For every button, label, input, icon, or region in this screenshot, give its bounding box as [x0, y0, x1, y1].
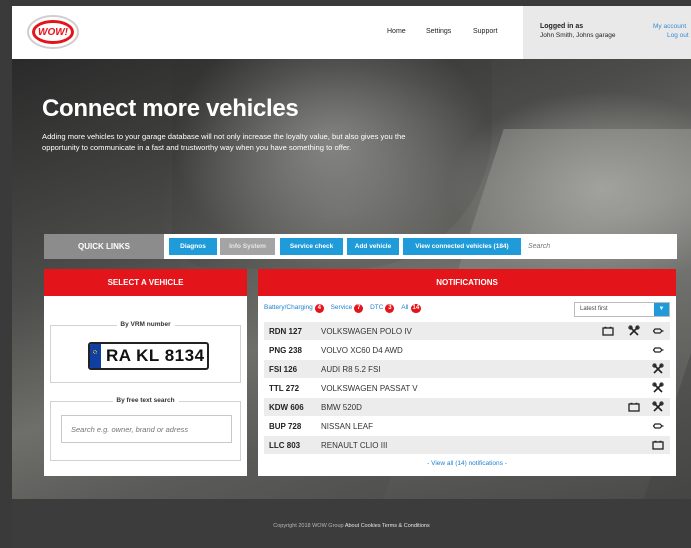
wrench-icon: [652, 363, 664, 375]
nav-home[interactable]: Home: [387, 28, 406, 35]
about-cookies-link[interactable]: About Cookies: [345, 523, 381, 529]
count-badge: 3: [385, 304, 395, 313]
row-reg: BUP 728: [269, 422, 302, 431]
select-vehicle-title: SELECT A VEHICLE: [44, 269, 247, 296]
notification-filters: Battery/Charging 4 Service 7 DTC 3 All 14: [264, 304, 426, 313]
quick-links-bar: QUICK LINKS Diagnos Info System Service …: [44, 234, 677, 259]
engine-icon: [652, 344, 664, 356]
view-all-notifications-link[interactable]: - View all (14) notifications -: [258, 460, 676, 467]
row-reg: PNG 238: [269, 346, 302, 355]
nav-settings[interactable]: Settings: [426, 28, 451, 35]
footer: Copyright 2018 WOW Group About Cookies T…: [12, 499, 691, 548]
service-check-button[interactable]: Service check: [280, 238, 343, 255]
table-row[interactable]: FSI 126 AUDI R8 5.2 FSI: [264, 360, 670, 379]
filter-label: DTC: [370, 304, 384, 311]
vrm-legend: By VRM number: [116, 321, 175, 328]
terms-link[interactable]: Terms & Conditions: [382, 523, 430, 529]
quick-search-input[interactable]: [528, 238, 673, 255]
login-panel: Logged in as John Smith, Johns garage My…: [523, 6, 691, 59]
engine-icon: [652, 325, 664, 337]
hero-text: Adding more vehicles to your garage data…: [42, 132, 406, 152]
row-reg: TTL 272: [269, 384, 300, 393]
filter-label: Battery/Charging: [264, 304, 313, 311]
table-row[interactable]: BUP 728 NISSAN LEAF: [264, 417, 670, 436]
vrm-plate-input[interactable]: RA KL 8134: [88, 342, 209, 370]
filter-service[interactable]: Service 7: [331, 304, 364, 313]
filter-all[interactable]: All 14: [401, 304, 422, 313]
header: WOW! Home Settings Support Logged in as …: [12, 6, 691, 59]
table-row[interactable]: TTL 272 VOLKSWAGEN PASSAT V: [264, 379, 670, 398]
free-text-fieldset: By free text search: [50, 397, 241, 461]
copyright-text: Copyright 2018 WOW Group: [273, 523, 344, 529]
table-row[interactable]: KDW 606 BMW 520D: [264, 398, 670, 417]
notifications-panel: NOTIFICATIONS Battery/Charging 4 Service 7…: [258, 269, 676, 476]
row-reg: RDN 127: [269, 327, 302, 336]
quick-links-label: QUICK LINKS: [44, 234, 164, 259]
engine-icon: [652, 420, 664, 432]
row-model: VOLKSWAGEN POLO IV: [321, 327, 412, 336]
vrm-fieldset: By VRM number RA KL 8134: [50, 321, 241, 383]
battery-icon: [602, 325, 614, 337]
diagnos-button[interactable]: Diagnos: [169, 238, 217, 255]
wrench-icon: [652, 401, 664, 413]
chevron-down-icon[interactable]: ▼: [654, 303, 669, 316]
free-text-search-input[interactable]: [61, 415, 232, 443]
logo-text: WOW!: [38, 27, 69, 38]
row-reg: FSI 126: [269, 365, 298, 374]
notifications-table: RDN 127 VOLKSWAGEN POLO IV PNG 238 VOLVO…: [264, 322, 670, 455]
battery-icon: [628, 401, 640, 413]
view-connected-vehicles-button[interactable]: View connected vehicles (184): [403, 238, 521, 255]
notifications-title: NOTIFICATIONS: [258, 269, 676, 296]
select-vehicle-panel: SELECT A VEHICLE By VRM number RA KL 813…: [44, 269, 247, 476]
my-account-link[interactable]: My account: [653, 23, 686, 30]
sort-select[interactable]: Latest first ▼: [574, 302, 670, 317]
row-model: RENAULT CLIO III: [321, 441, 388, 450]
table-row[interactable]: PNG 238 VOLVO XC60 D4 AWD: [264, 341, 670, 360]
count-badge: 4: [314, 304, 324, 313]
add-vehicle-button[interactable]: Add vehicle: [347, 238, 399, 255]
footer-text: Copyright 2018 WOW Group About Cookies T…: [12, 523, 691, 529]
row-reg: KDW 606: [269, 403, 304, 412]
nav-support[interactable]: Support: [473, 28, 498, 35]
info-system-button: Info System: [220, 238, 275, 255]
sort-value: Latest first: [580, 306, 608, 312]
wrench-icon: [652, 382, 664, 394]
row-model: VOLVO XC60 D4 AWD: [321, 346, 403, 355]
login-user: John Smith, Johns garage: [540, 32, 616, 39]
filter-label: All: [401, 304, 409, 311]
table-row[interactable]: LLC 803 RENAULT CLIO III: [264, 436, 670, 455]
row-model: VOLKSWAGEN PASSAT V: [321, 384, 418, 393]
logout-link[interactable]: Log out: [667, 32, 689, 39]
login-title: Logged in as: [540, 23, 584, 30]
battery-icon: [652, 439, 664, 451]
plate-text: RA KL 8134: [106, 346, 205, 365]
filter-battery-charging[interactable]: Battery/Charging 4: [264, 304, 324, 313]
eu-flag-icon: [90, 344, 101, 368]
filter-label: Service: [330, 304, 353, 311]
count-badge: 7: [354, 304, 364, 313]
wow-logo[interactable]: WOW!: [26, 14, 80, 50]
row-model: NISSAN LEAF: [321, 422, 374, 431]
count-badge: 14: [410, 304, 422, 313]
hero-title: Connect more vehicles: [42, 95, 299, 122]
row-model: AUDI R8 5.2 FSI: [321, 365, 381, 374]
free-text-legend: By free text search: [112, 397, 179, 404]
filter-dtc[interactable]: DTC 3: [370, 304, 395, 313]
row-reg: LLC 803: [269, 441, 301, 450]
table-row[interactable]: RDN 127 VOLKSWAGEN POLO IV: [264, 322, 670, 341]
wrench-icon: [628, 325, 640, 337]
row-model: BMW 520D: [321, 403, 362, 412]
